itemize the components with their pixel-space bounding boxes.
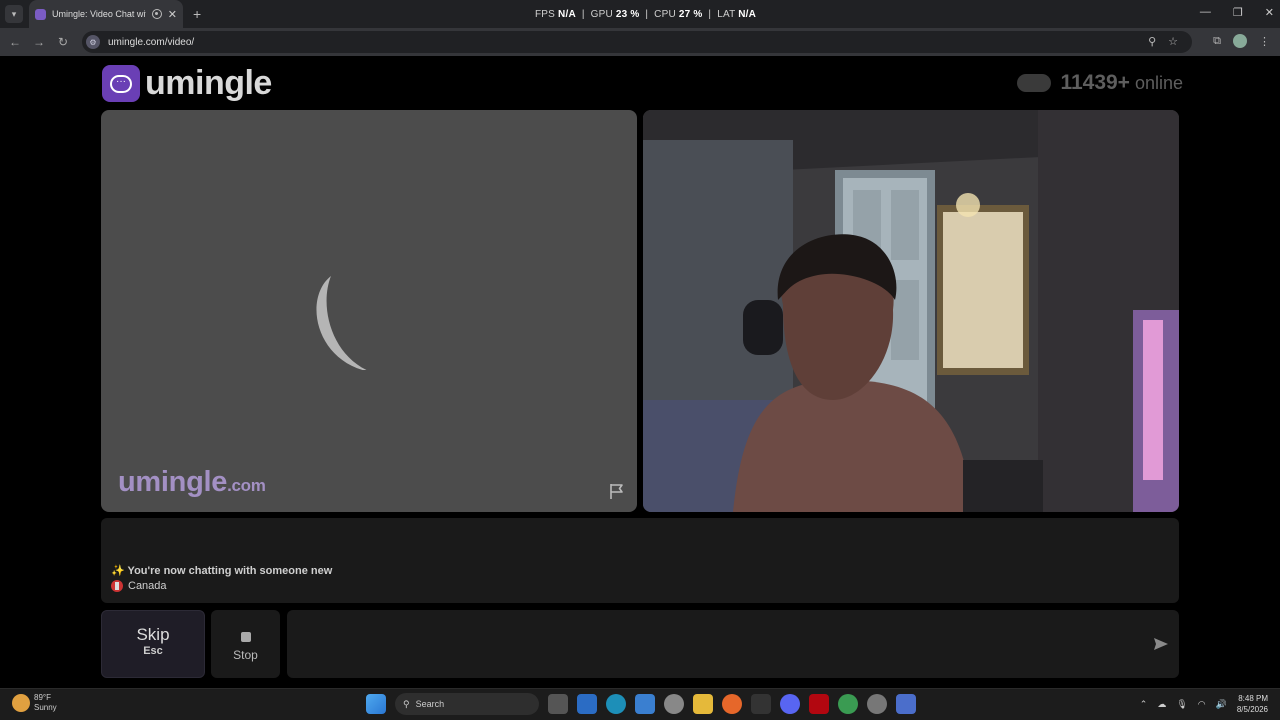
tab-favicon-icon: [35, 8, 46, 20]
discord-icon[interactable]: [780, 694, 800, 714]
clock[interactable]: 8:48 PM 8/5/2026: [1237, 693, 1268, 715]
chrome-icon[interactable]: [838, 694, 858, 714]
weather-sun-icon: [12, 694, 30, 712]
settings-icon[interactable]: [867, 694, 887, 714]
stop-button[interactable]: Stop: [211, 610, 280, 678]
minimize-button[interactable]: —: [1200, 6, 1211, 19]
recording-icon: [151, 9, 162, 19]
stranger-video: umingle.com: [101, 110, 637, 512]
send-icon[interactable]: [1153, 636, 1169, 652]
address-bar[interactable]: ⚙ umingle.com/video/ ⚲ ☆: [82, 31, 1192, 53]
weather-widget[interactable]: 89°F Sunny: [12, 693, 57, 713]
store-icon[interactable]: [635, 694, 655, 714]
mail-icon[interactable]: [577, 694, 597, 714]
tab-search-button[interactable]: ▾: [5, 5, 23, 23]
page: ··· umingle 11439+ online umingle.com ✨ …: [0, 56, 1280, 688]
taskbar: 89°F Sunny ⚲ Search ⌃ ☁ 🎙 ◠ 🔊 8:48 PM 8/5/…: [0, 688, 1280, 720]
file-explorer-icon[interactable]: [693, 694, 713, 714]
close-tab-icon[interactable]: ✕: [168, 8, 177, 21]
self-camera-video: [643, 110, 1179, 512]
chat-bubble-icon: ···: [102, 65, 140, 102]
roblox-icon[interactable]: [896, 694, 916, 714]
online-label: online: [1134, 72, 1183, 93]
microphone-icon[interactable]: 🎙: [1176, 699, 1187, 710]
wifi-icon[interactable]: ◠: [1198, 699, 1206, 710]
close-window-button[interactable]: ✕: [1265, 6, 1274, 19]
loading-spinner-icon: [316, 276, 367, 370]
edge-icon[interactable]: [606, 694, 626, 714]
system-tray: ⌃ ☁ 🎙 ◠ 🔊 8:48 PM 8/5/2026: [1140, 693, 1268, 715]
chevron-up-icon[interactable]: ⌃: [1140, 699, 1148, 710]
profile-avatar[interactable]: [1233, 34, 1247, 48]
back-icon[interactable]: ←: [3, 35, 27, 49]
tab-strip: ▾ Umingle: Video Chat with Strangers ✕ +…: [0, 0, 1280, 28]
bookmark-star-icon[interactable]: ☆: [1168, 35, 1178, 48]
theme-toggle[interactable]: [1017, 74, 1052, 92]
forward-icon[interactable]: →: [27, 35, 51, 49]
epic-games-icon[interactable]: [751, 694, 771, 714]
onedrive-icon[interactable]: ☁: [1157, 699, 1166, 710]
browser-tab[interactable]: Umingle: Video Chat with Strangers ✕: [29, 0, 183, 28]
tab-title: Umingle: Video Chat with Strangers: [52, 9, 146, 19]
skip-button[interactable]: Skip Esc: [101, 610, 205, 678]
online-count: 11439+: [1060, 71, 1130, 94]
netflix-icon[interactable]: [809, 694, 829, 714]
logo-text: umingle: [145, 64, 272, 102]
chat-log: ✨ You're now chatting with someone new C…: [101, 518, 1179, 603]
restore-button[interactable]: ❐: [1233, 6, 1243, 19]
webcam-feed-image: [643, 110, 1179, 512]
taskbar-search[interactable]: ⚲ Search: [395, 693, 539, 715]
country-line: Canada: [111, 580, 167, 592]
extensions-icon[interactable]: ⧉: [1213, 35, 1221, 48]
online-status: 11439+ online: [1017, 71, 1183, 95]
site-logo[interactable]: ··· umingle: [102, 64, 272, 103]
menu-icon[interactable]: ⋮: [1259, 35, 1270, 48]
url-text: umingle.com/video/: [108, 36, 195, 48]
new-tab-button[interactable]: +: [193, 6, 201, 22]
country-name: Canada: [128, 580, 167, 592]
task-view-icon[interactable]: [548, 694, 568, 714]
start-icon[interactable]: [366, 694, 386, 714]
toolbar: ← → ↻ ⚙ umingle.com/video/ ⚲ ☆: [0, 28, 1280, 56]
system-message: ✨ You're now chatting with someone new: [111, 565, 333, 577]
reload-icon[interactable]: ↻: [51, 35, 75, 49]
stop-icon: [240, 632, 251, 642]
canada-flag-icon: [111, 580, 123, 592]
zoom-icon[interactable]: ⚲: [1148, 35, 1156, 48]
github-icon[interactable]: [664, 694, 684, 714]
volume-icon[interactable]: 🔊: [1216, 699, 1227, 710]
site-watermark: umingle.com: [118, 466, 266, 498]
firefox-icon[interactable]: [722, 694, 742, 714]
site-info-icon[interactable]: ⚙: [86, 35, 100, 49]
search-icon: ⚲: [403, 698, 410, 709]
message-input[interactable]: [287, 610, 1179, 678]
report-flag-icon[interactable]: [608, 482, 626, 500]
perf-overlay: FPS N/A | GPU 23 % | CPU 27 % | LAT N/A: [535, 9, 757, 20]
